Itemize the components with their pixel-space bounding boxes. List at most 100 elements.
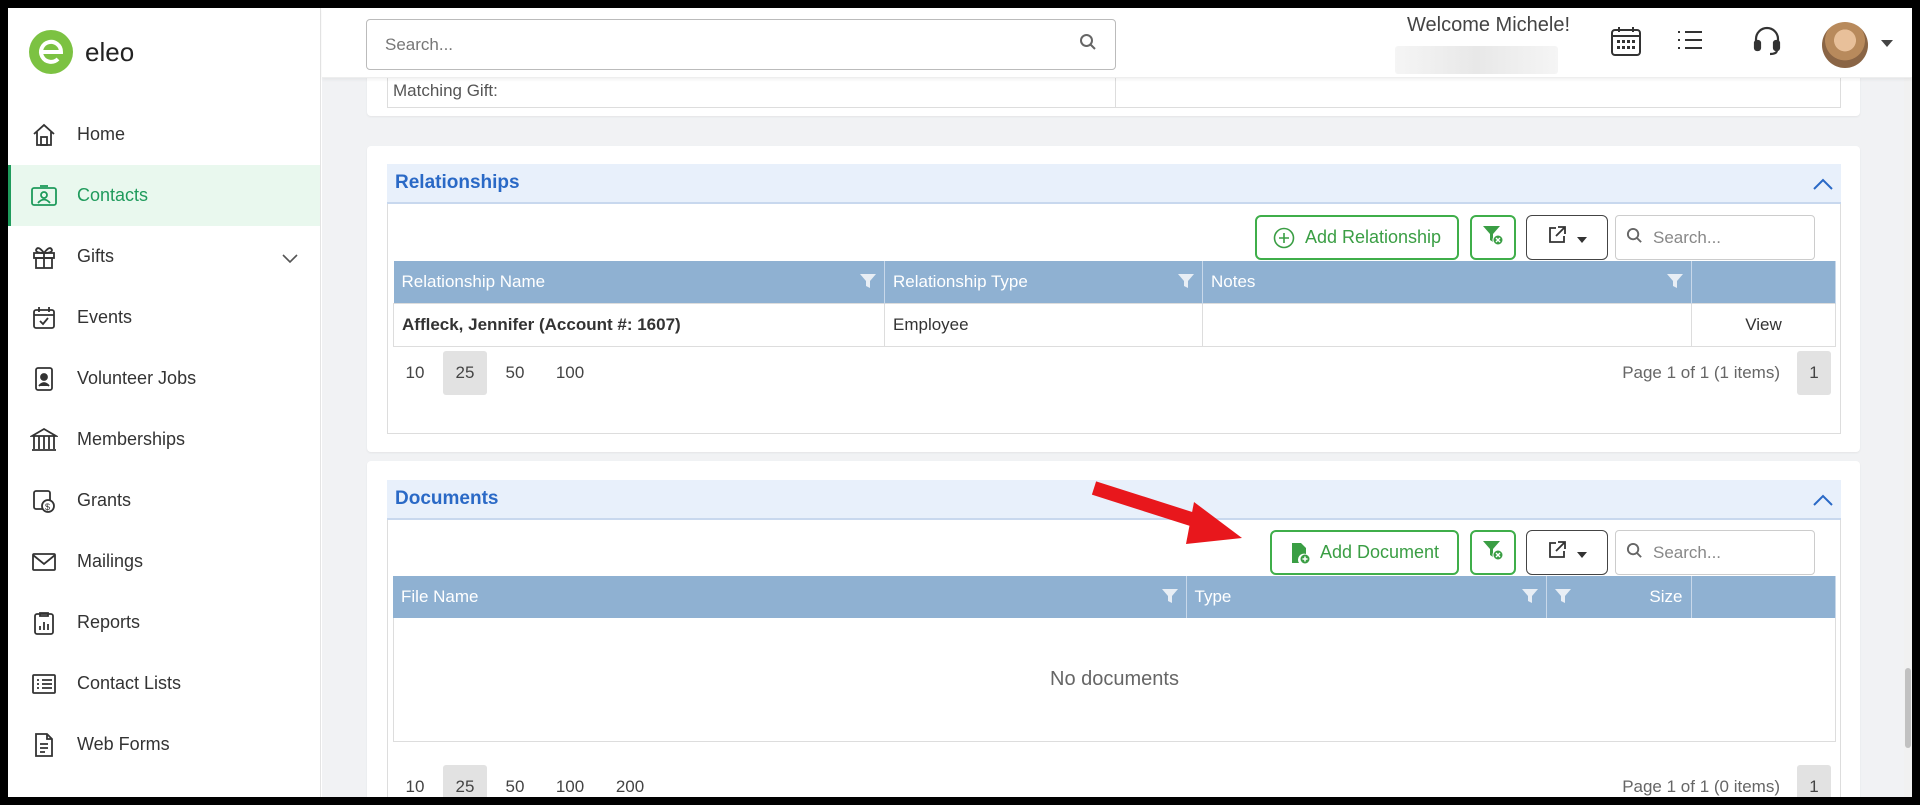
chevron-down-icon[interactable] xyxy=(282,248,298,269)
caret-down-icon xyxy=(1577,227,1587,248)
plus-circle-icon xyxy=(1273,227,1295,249)
pager-info: Page 1 of 1 (0 items) xyxy=(1622,777,1780,796)
page-number-button[interactable]: 1 xyxy=(1797,765,1831,797)
collapse-up-icon[interactable] xyxy=(1813,490,1833,512)
filter-clear-icon xyxy=(1482,539,1504,566)
documents-search[interactable] xyxy=(1615,530,1815,575)
relationships-card: Relationships Add Relationship Search...… xyxy=(367,146,1860,452)
sidebar-item-label: Reports xyxy=(77,612,141,632)
page-size-25[interactable]: 25 xyxy=(443,351,487,395)
filter-icon[interactable] xyxy=(1667,273,1683,294)
page-size-10[interactable]: 10 xyxy=(393,765,437,797)
clear-filter-button[interactable] xyxy=(1470,215,1516,260)
sidebar-item-contacts[interactable]: Contacts xyxy=(8,165,320,226)
collapse-up-icon[interactable] xyxy=(1813,174,1833,196)
envelope-icon xyxy=(30,548,58,576)
sidebar-item-label: Memberships xyxy=(77,429,186,449)
relationships-header[interactable]: Relationships xyxy=(387,164,1841,204)
documents-search-input[interactable] xyxy=(1653,542,1803,563)
add-document-label: Add Document xyxy=(1319,542,1440,562)
file-add-icon xyxy=(1290,542,1310,564)
sidebar-item-label: Web Forms xyxy=(77,734,170,754)
redacted-subtitle xyxy=(1395,46,1558,74)
export-button[interactable] xyxy=(1526,530,1608,575)
filter-icon[interactable] xyxy=(1161,588,1178,609)
notes-cell xyxy=(1202,302,1692,347)
column-header-size[interactable]: Size xyxy=(1546,576,1692,618)
sidebar-item-memberships[interactable]: Memberships xyxy=(8,409,320,470)
filter-icon[interactable] xyxy=(1178,273,1194,294)
sidebar-item-grants[interactable]: $ Grants xyxy=(8,470,320,531)
relationships-search-input[interactable] xyxy=(1653,227,1803,248)
column-header-type[interactable]: Type xyxy=(1186,576,1547,618)
add-document-button[interactable]: Add Document xyxy=(1270,530,1459,575)
gift-icon xyxy=(30,243,58,271)
column-header-relationship-type[interactable]: Relationship Type xyxy=(884,261,1203,303)
annotation-arrow-icon xyxy=(1091,481,1242,544)
filter-icon[interactable] xyxy=(860,273,876,294)
column-header-actions xyxy=(1691,576,1836,618)
documents-pager: 10 25 50 100 200 Page 1 of 1 (0 items) 1 xyxy=(393,765,1836,797)
page-size-50[interactable]: 50 xyxy=(493,351,537,395)
export-button[interactable] xyxy=(1526,215,1608,260)
search-icon xyxy=(1626,227,1643,249)
headset-icon[interactable] xyxy=(1752,25,1782,62)
relationships-table: Relationship Name Relationship Type Note… xyxy=(393,261,1836,347)
sidebar-item-gifts[interactable]: Gifts xyxy=(8,226,320,287)
export-icon xyxy=(1547,225,1567,250)
filter-icon[interactable] xyxy=(1521,588,1538,609)
sidebar-item-home[interactable]: Home xyxy=(8,104,320,165)
calendar-check-icon xyxy=(30,304,58,332)
sidebar-item-label: Mailings xyxy=(77,551,144,571)
global-search[interactable] xyxy=(366,19,1116,70)
global-search-input[interactable] xyxy=(385,34,1079,55)
page-size-100[interactable]: 100 xyxy=(543,351,597,395)
sidebar-item-label: Contact Lists xyxy=(77,673,182,693)
page-number-button[interactable]: 1 xyxy=(1797,351,1831,395)
sidebar-item-events[interactable]: Events xyxy=(8,287,320,348)
sidebar-item-label: Home xyxy=(77,124,126,144)
matching-gift-label: Matching Gift: xyxy=(388,78,1116,107)
sidebar-item-mailings[interactable]: Mailings xyxy=(8,531,320,592)
sidebar-item-reports[interactable]: Reports xyxy=(8,592,320,653)
documents-body: Add Document File Name xyxy=(387,520,1841,797)
svg-text:$: $ xyxy=(45,502,50,512)
column-header-file-name[interactable]: File Name xyxy=(393,576,1187,618)
relationship-name-cell: Affleck, Jennifer (Account #: 1607) xyxy=(393,302,885,347)
sidebar-item-web-forms[interactable]: Web Forms xyxy=(8,714,320,775)
grant-dollar-icon: $ xyxy=(30,487,58,515)
sidebar-item-contact-lists[interactable]: Contact Lists xyxy=(8,653,320,714)
relationships-body: Add Relationship Relationship Name xyxy=(387,204,1841,434)
sidebar-item-volunteer-jobs[interactable]: Volunteer Jobs xyxy=(8,348,320,409)
page-size-10[interactable]: 10 xyxy=(393,351,437,395)
view-link[interactable]: View xyxy=(1691,302,1836,347)
avatar[interactable] xyxy=(1822,22,1868,68)
search-icon[interactable] xyxy=(1079,33,1097,56)
column-header-relationship-name[interactable]: Relationship Name xyxy=(393,261,885,303)
clear-filter-button[interactable] xyxy=(1470,530,1516,575)
task-list-icon[interactable] xyxy=(1675,25,1705,60)
contact-card-icon xyxy=(30,182,58,210)
page-size-50[interactable]: 50 xyxy=(493,765,537,797)
sidebar-nav: Home Contacts Gifts Events Volunteer Job… xyxy=(8,104,320,775)
page-size-100[interactable]: 100 xyxy=(543,765,597,797)
add-relationship-button[interactable]: Add Relationship xyxy=(1255,215,1459,260)
page-size-200[interactable]: 200 xyxy=(603,765,657,797)
logo[interactable]: eleo xyxy=(8,8,320,96)
page-size-25[interactable]: 25 xyxy=(443,765,487,797)
building-icon xyxy=(30,426,58,454)
calendar-grid-icon[interactable] xyxy=(1610,25,1642,62)
caret-down-icon xyxy=(1577,542,1587,563)
report-chart-icon xyxy=(30,609,58,637)
scrollbar[interactable] xyxy=(1904,78,1912,797)
sidebar-item-label: Events xyxy=(77,307,133,327)
relationship-type-cell: Employee xyxy=(884,302,1203,347)
list-icon xyxy=(30,670,58,698)
home-icon xyxy=(30,121,58,149)
chevron-down-icon[interactable] xyxy=(1881,35,1893,53)
relationships-search[interactable] xyxy=(1615,215,1815,260)
filter-clear-icon xyxy=(1482,224,1504,251)
column-header-notes[interactable]: Notes xyxy=(1202,261,1692,303)
sidebar: eleo Home Contacts Gifts Events Voluntee… xyxy=(8,8,321,797)
filter-icon[interactable] xyxy=(1554,588,1571,609)
